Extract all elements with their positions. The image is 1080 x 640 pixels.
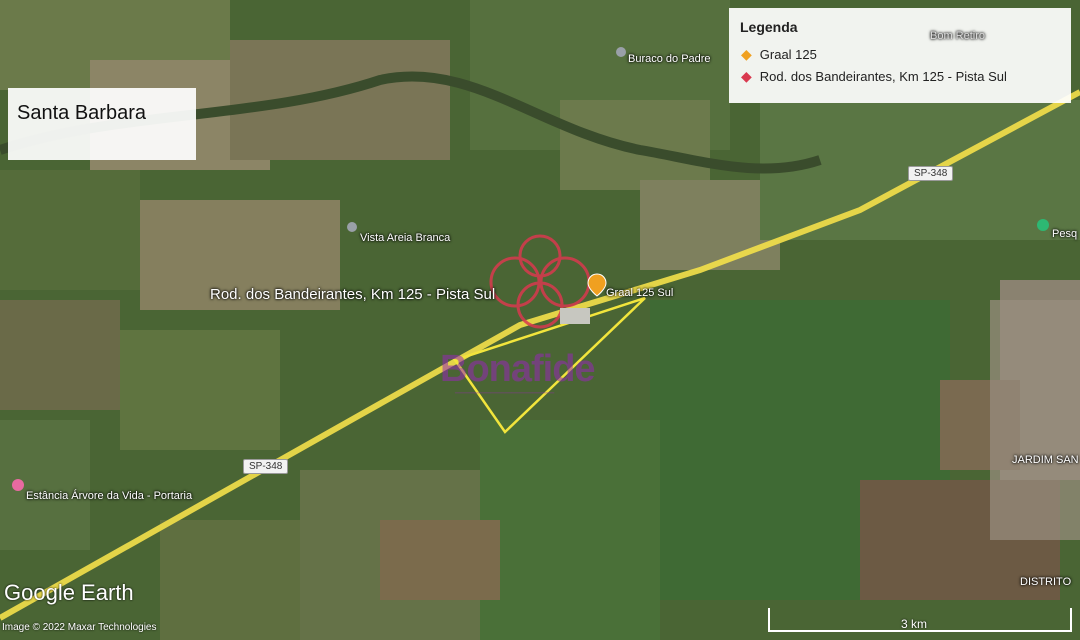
road-badge-sp348: SP-348 [908,166,954,181]
place-label-bom-retiro[interactable]: Bom Retiro [930,30,985,42]
red-pin-icon: ◆ [741,68,752,84]
legend-item-label: Rod. dos Bandeirantes, Km 125 - Pista Su… [759,69,1007,84]
watermark: Bonafide [440,348,596,390]
scale-bar: 3 km [768,608,1072,636]
place-label-distrito[interactable]: DISTRITO [1020,576,1071,588]
orange-pin-icon: ◆ [741,46,752,62]
urban-area [990,300,1080,540]
watermark-tagline: ────────────── [455,388,555,399]
place-label-pesq[interactable]: Pesq [1052,228,1077,240]
map-title: Santa Barbara [17,102,146,124]
legend-item-rod[interactable]: ◆ Rod. dos Bandeirantes, Km 125 - Pista … [741,68,1007,85]
building [560,308,590,324]
place-label-graal[interactable]: Graal 125 Sul [606,287,673,299]
google-earth-logo: Google Earth [4,580,134,605]
legend-item-graal[interactable]: ◆ Graal 125 [741,46,817,63]
place-label-jardim[interactable]: JARDIM SAN [1012,454,1079,466]
place-label-areia[interactable]: Vista Areia Branca [360,232,450,244]
road-badge-sp348: SP-348 [243,459,289,474]
place-label-buraco[interactable]: Buraco do Padre [628,53,711,65]
legend-item-label: Graal 125 [759,47,817,62]
scale-label: 3 km [901,617,928,631]
legend-panel: Legenda ◆ Graal 125 ◆ Rod. dos Bandeiran… [729,8,1071,103]
copyright: Image © 2022 Maxar Technologies [2,622,157,633]
place-label-estancia[interactable]: Estância Árvore da Vida - Portaria [26,490,192,502]
legend-title: Legenda [740,19,798,35]
map-title-box: Santa Barbara [8,88,196,160]
place-label-rod[interactable]: Rod. dos Bandeirantes, Km 125 - Pista Su… [210,286,495,303]
